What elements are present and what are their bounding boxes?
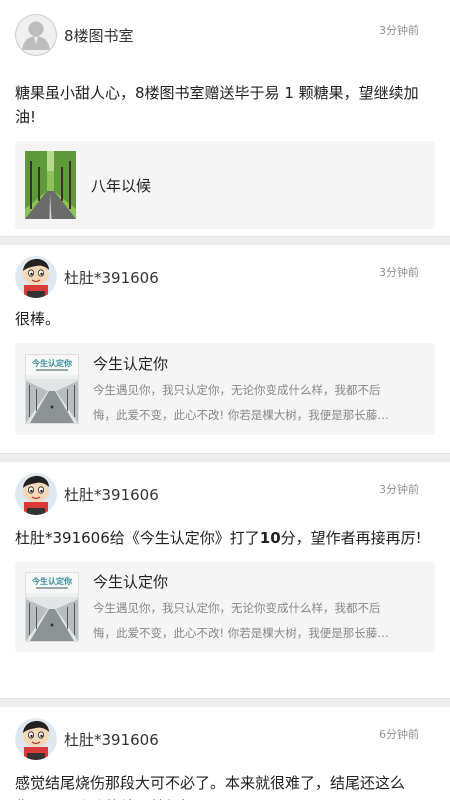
cover-title: 今生认定你 [31,358,72,368]
comment-card: 杜肚*391606 3分钟前 杜肚*391606给《今生认定你》打了10分，望作… [0,462,450,698]
timestamp: 3分钟前 [379,24,419,37]
cover-title: 今生认定你 [31,576,72,586]
comment-feed: 8楼图书室 3分钟前 糖果虽小甜人心，8楼图书室赠送毕于易 1 颗糖果，望继续加… [0,0,450,800]
username[interactable]: 杜肚*391606 [64,484,159,505]
book-description-line: 悔，此爱不变，此心不改! 你若是棵大树，我便是那长藤… [93,625,389,640]
timestamp: 3分钟前 [379,483,419,496]
book-title: 今生认定你 [93,354,169,373]
comment-card: 8楼图书室 3分钟前 糖果虽小甜人心，8楼图书室赠送毕于易 1 颗糖果，望继续加… [0,0,450,236]
book-title: 八年以候 [91,176,152,195]
comment-header: 8楼图书室 3分钟前 [15,11,435,59]
book-cover-bridge-icon: 今生认定你 [25,572,79,642]
comment-text: 很棒。 [15,310,61,328]
book-description-line: 今生遇见你，我只认定你，无论你变成什么样，我都不后 [93,600,381,615]
cartoon-boy-avatar-icon[interactable] [15,718,57,760]
divider [0,236,450,245]
book-card[interactable]: 今生认定你 今生认定你 今生遇见你，我只认定你，无论你变成什么样，我都不后 悔，… [15,562,435,652]
timestamp: 6分钟前 [379,728,419,741]
comment-header: 杜肚*391606 3分钟前 [15,470,435,518]
default-user-avatar-icon[interactable] [15,14,57,56]
comment-text-suffix: 分，望作者再接再厉! [280,529,422,547]
cartoon-boy-avatar-icon[interactable] [15,256,57,298]
username[interactable]: 杜肚*391606 [64,267,159,288]
book-card[interactable]: 今生认定你 今生认定你 今生遇见你，我只认定你，无论你变成什么样，我都不后 悔，… [15,343,435,435]
comment-card: 杜肚*391606 6分钟前 感觉结尾烧伤那段大可不必了。本来就很难了，结尾还这… [0,707,450,800]
comment-header: 杜肚*391606 3分钟前 [15,253,435,301]
divider [0,453,450,462]
comment-text: 杜肚*391606给《今生认定你》打了10分，望作者再接再厉! [15,526,430,550]
comment-header: 杜肚*391606 6分钟前 [15,715,435,763]
comment-text: 感觉结尾烧伤那段大可不必了。本来就很难了，结尾还这么伤。平平淡淡的结尾就很好了。 [15,774,406,800]
cartoon-boy-avatar-icon[interactable] [15,473,57,515]
score-value: 10 [259,529,281,547]
book-description: 今生遇见你，我只认定你，无论你变成什么样，我都不后 悔，此爱不变，此心不改! 你… [93,597,389,644]
book-description-line: 今生遇见你，我只认定你，无论你变成什么样，我都不后 [93,382,381,397]
book-description-line: 悔，此爱不变，此心不改! 你若是棵大树，我便是那长藤… [93,407,389,422]
book-card[interactable]: 八年以候 [15,141,435,229]
username[interactable]: 杜肚*391606 [64,729,159,750]
timestamp: 3分钟前 [379,266,419,279]
tree-lined-road-cover-icon [25,151,76,219]
book-description: 今生遇见你，我只认定你，无论你变成什么样，我都不后 悔，此爱不变，此心不改! 你… [93,379,389,426]
username[interactable]: 8楼图书室 [64,25,134,46]
comment-card: 杜肚*391606 3分钟前 很棒。 今生认定你 今生认定你 今生遇见你，我只认… [0,245,450,453]
comment-text-prefix: 杜肚*391606给《今生认定你》打了 [15,529,260,547]
book-title: 今生认定你 [93,572,169,591]
comment-text: 糖果虽小甜人心，8楼图书室赠送毕于易 1 颗糖果，望继续加油! [15,84,419,126]
divider [0,698,450,707]
book-cover-bridge-icon: 今生认定你 [25,354,79,424]
